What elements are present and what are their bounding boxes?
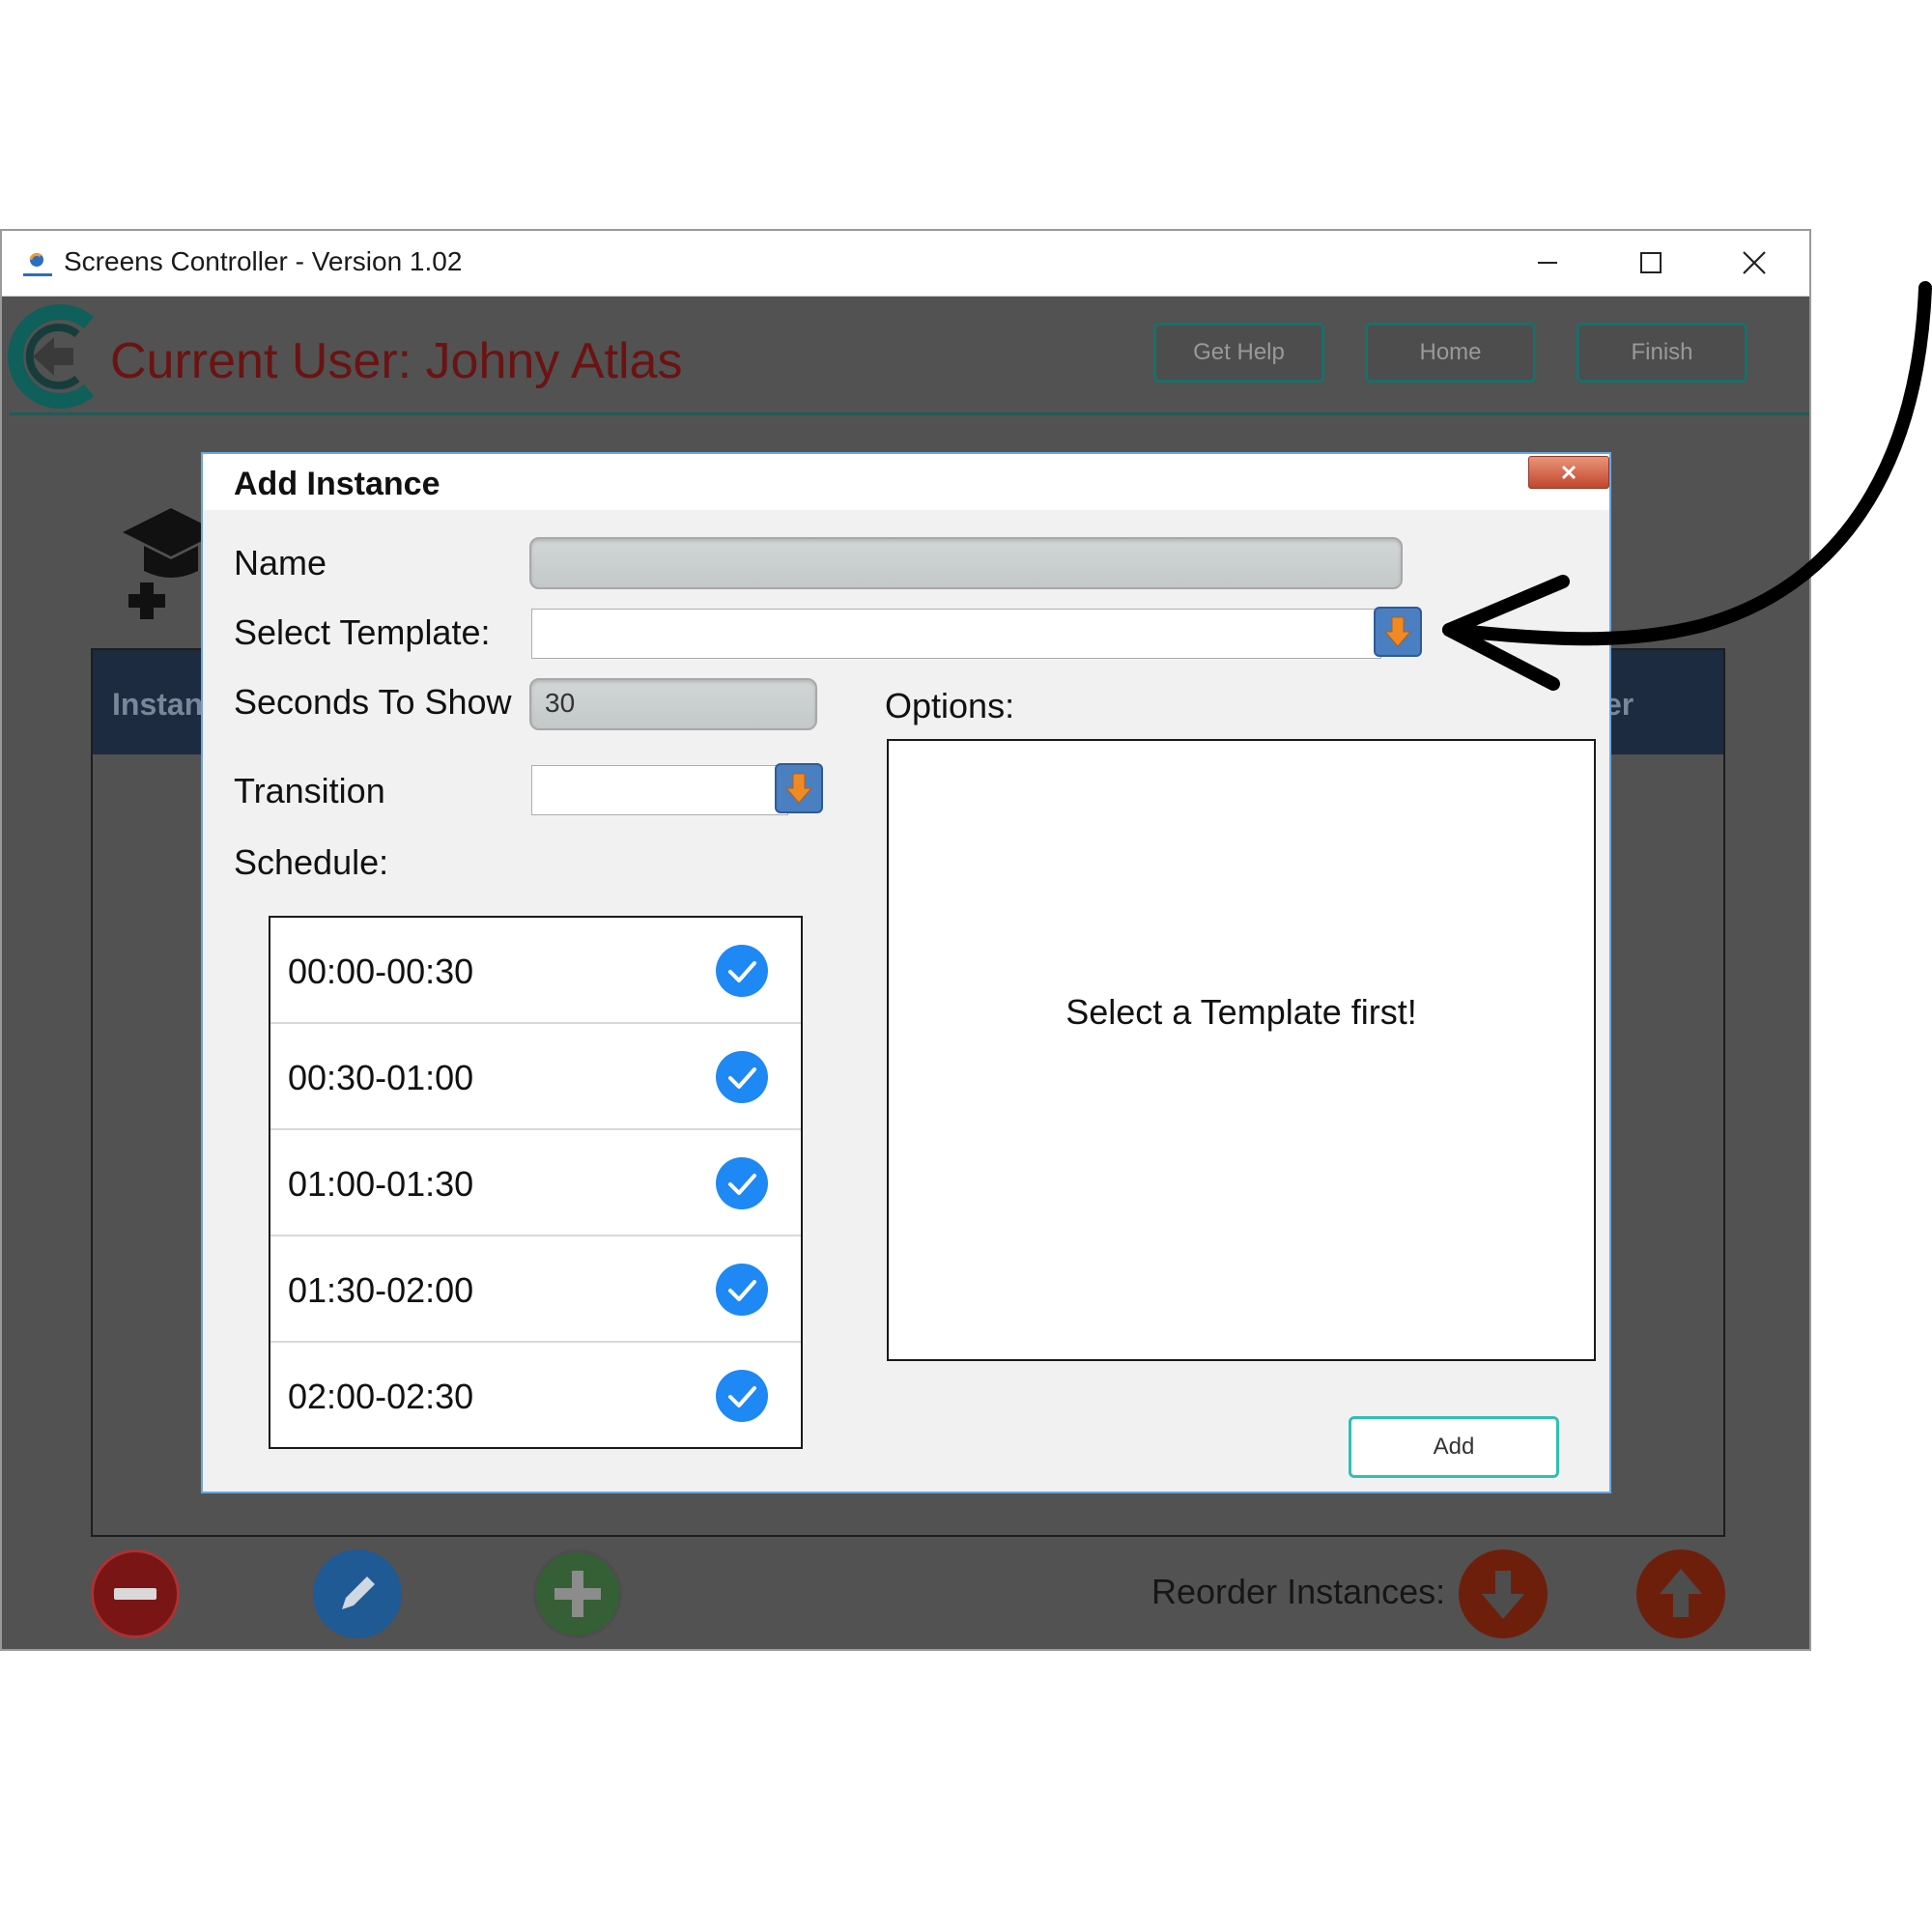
options-box: Select a Template first! bbox=[887, 739, 1596, 1361]
schedule-item[interactable]: 01:00-01:30 bbox=[270, 1130, 801, 1236]
dialog-title-bar: Add Instance bbox=[203, 454, 1609, 510]
dropdown-arrow-icon bbox=[784, 773, 813, 804]
annotation-arrow bbox=[1442, 281, 1932, 691]
select-template-label: Select Template: bbox=[234, 612, 491, 652]
reorder-instances-label: Reorder Instances: bbox=[1151, 1572, 1446, 1611]
remove-instance-button[interactable] bbox=[91, 1549, 180, 1638]
arrow-down-icon bbox=[1482, 1571, 1524, 1619]
select-template-dropdown[interactable] bbox=[531, 609, 1381, 659]
arrow-up-icon bbox=[1660, 1569, 1702, 1617]
app-icon bbox=[23, 252, 52, 276]
seconds-label: Seconds To Show bbox=[234, 682, 512, 722]
dialog-title: Add Instance bbox=[234, 466, 440, 502]
move-up-button[interactable] bbox=[1636, 1549, 1725, 1638]
schedule-item[interactable]: 00:30-01:00 bbox=[270, 1024, 801, 1130]
transition-label: Transition bbox=[234, 771, 385, 810]
add-button[interactable]: Add bbox=[1349, 1416, 1559, 1478]
column-header-instance: Instan bbox=[112, 687, 204, 722]
schedule-list: 00:00-00:30 00:30-01:00 01:00-01:30 01:3… bbox=[269, 916, 803, 1449]
check-icon[interactable] bbox=[715, 1263, 769, 1317]
options-placeholder: Select a Template first! bbox=[1065, 992, 1417, 1032]
window-title: Screens Controller - Version 1.02 bbox=[64, 246, 463, 276]
move-down-button[interactable] bbox=[1459, 1549, 1548, 1638]
schedule-item[interactable]: 00:00-00:30 bbox=[270, 918, 801, 1024]
schedule-item-time: 01:00-01:30 bbox=[288, 1164, 474, 1204]
schedule-item[interactable]: 02:00-02:30 bbox=[270, 1343, 801, 1449]
options-label: Options: bbox=[885, 686, 1015, 725]
remove-icon bbox=[114, 1588, 156, 1600]
transition-dropdown[interactable] bbox=[531, 765, 788, 815]
logo-icon bbox=[8, 304, 95, 409]
add-instance-dialog: Add Instance Name Select Template: Secon… bbox=[201, 452, 1611, 1493]
schedule-item-time: 02:00-02:30 bbox=[288, 1377, 474, 1416]
schedule-item-time: 01:30-02:00 bbox=[288, 1270, 474, 1310]
seconds-input[interactable]: 30 bbox=[529, 678, 817, 730]
add-icon bbox=[554, 1571, 601, 1617]
check-icon[interactable] bbox=[715, 1369, 769, 1423]
schedule-label: Schedule: bbox=[234, 842, 389, 882]
check-icon[interactable] bbox=[715, 1050, 769, 1104]
add-instance-button[interactable] bbox=[533, 1549, 622, 1638]
select-template-dropdown-button[interactable] bbox=[1374, 607, 1422, 657]
name-input[interactable] bbox=[529, 537, 1403, 589]
get-help-button[interactable]: Get Help bbox=[1153, 323, 1324, 383]
seconds-value: 30 bbox=[545, 688, 576, 718]
edit-icon bbox=[342, 1577, 375, 1609]
transition-dropdown-button[interactable] bbox=[775, 763, 823, 813]
check-icon[interactable] bbox=[715, 1156, 769, 1210]
check-icon[interactable] bbox=[715, 944, 769, 998]
schedule-item-time: 00:30-01:00 bbox=[288, 1058, 474, 1097]
current-user-label: Current User: Johny Atlas bbox=[110, 333, 683, 389]
schedule-item[interactable]: 01:30-02:00 bbox=[270, 1236, 801, 1343]
edit-instance-button[interactable] bbox=[313, 1549, 402, 1638]
schedule-item-time: 00:00-00:30 bbox=[288, 952, 474, 991]
name-label: Name bbox=[234, 543, 327, 582]
dropdown-arrow-icon bbox=[1383, 616, 1412, 647]
